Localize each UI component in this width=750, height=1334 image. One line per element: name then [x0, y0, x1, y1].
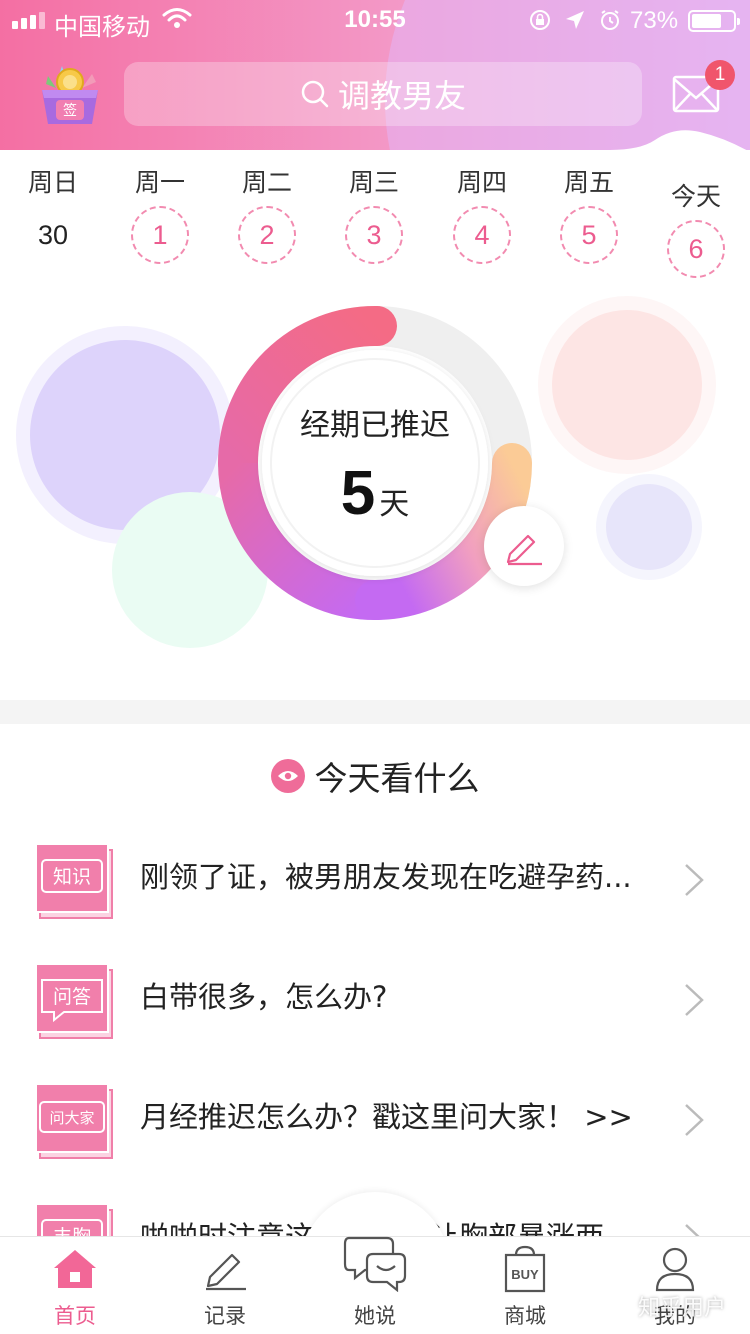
sign-in-basket-icon[interactable]: 签 — [38, 62, 102, 126]
day-number: 4 — [474, 219, 490, 250]
search-icon — [301, 80, 329, 108]
tab-label: 商城 — [504, 1304, 546, 1328]
tab-record[interactable]: 记录 — [150, 1246, 300, 1330]
day-sunday[interactable]: 周日 30 — [13, 166, 93, 264]
day-tuesday[interactable]: 周二 2 — [227, 166, 307, 264]
tab-label: 她说 — [354, 1304, 396, 1328]
item-title: 白带很多，怎么办? — [140, 980, 388, 1014]
week-strip: 周日 30 周一 1 周二 2 周三 3 周四 4 周五 5 今天 6 — [0, 166, 750, 278]
buy-label: BUY — [511, 1267, 539, 1282]
cycle-status: 经期已推迟 5 天 — [260, 400, 490, 529]
tab-shop[interactable]: BUY 商城 — [450, 1245, 600, 1330]
icon-label: 问答 — [53, 986, 91, 1008]
day-today[interactable]: 今天 6 — [656, 180, 736, 278]
qa-icon: 问答 — [35, 963, 113, 1039]
section-header: 今天看什么 — [0, 752, 750, 800]
icon-label: 知识 — [53, 866, 91, 888]
day-name: 周一 — [134, 168, 185, 197]
ask-everyone-icon: 问大家 — [35, 1083, 113, 1159]
chevron-right-icon — [685, 984, 704, 1016]
app-header: 中国移动 10:55 73% 签 调教男友 1 — [0, 0, 750, 150]
home-icon — [54, 1250, 96, 1288]
section-divider — [0, 700, 750, 724]
day-number: 2 — [259, 219, 275, 250]
day-number: 5 — [581, 219, 597, 250]
chevron-right-icon — [685, 864, 704, 896]
list-item[interactable]: 问大家 月经推迟怎么办？戳这里问大家！ >> — [0, 1080, 750, 1200]
status-icons — [528, 8, 622, 32]
tab-label: 记录 — [204, 1304, 246, 1328]
section-title: 今天看什么 — [314, 759, 480, 798]
item-title: 刚领了证，被男朋友发现在吃避孕药... — [140, 860, 632, 894]
search-placeholder: 调教男友 — [337, 77, 466, 115]
knowledge-icon: 知识 — [35, 843, 113, 919]
bubble-decoration — [606, 484, 692, 570]
battery-percent: 73% — [630, 7, 679, 34]
watermark: 知乎用户 — [638, 1296, 727, 1321]
icon-label: 问大家 — [49, 1109, 94, 1127]
day-number: 3 — [366, 219, 382, 250]
edit-cycle-button[interactable] — [484, 506, 564, 586]
list-item[interactable]: 问答 白带很多，怎么办? — [0, 960, 750, 1080]
day-number: 30 — [37, 219, 69, 250]
chevron-right-icon — [685, 1104, 704, 1136]
day-name: 周三 — [348, 168, 399, 197]
tab-label: 首页 — [54, 1304, 96, 1328]
day-name: 周五 — [563, 168, 614, 197]
shopping-bag-icon: BUY — [504, 1245, 546, 1293]
day-monday[interactable]: 周一 1 — [120, 166, 200, 264]
cycle-value: 5 — [340, 459, 376, 528]
sign-label: 签 — [63, 102, 77, 119]
day-name: 今天 — [670, 182, 721, 211]
day-friday[interactable]: 周五 5 — [549, 166, 629, 264]
alarm-icon — [601, 10, 619, 30]
mail-badge: 1 — [705, 60, 735, 90]
battery-fill — [692, 14, 721, 28]
cycle-panel: 经期已推迟 5 天 — [0, 290, 750, 690]
header-wave — [0, 130, 747, 150]
pencil-icon — [506, 534, 542, 566]
eye-icon — [270, 759, 305, 793]
person-icon — [655, 1247, 695, 1292]
day-wednesday[interactable]: 周三 3 — [334, 166, 414, 264]
day-number: 6 — [688, 233, 704, 264]
item-title: 月经推迟怎么办？戳这里问大家！ >> — [140, 1100, 633, 1134]
rotation-lock-icon — [530, 10, 550, 30]
tab-home[interactable]: 首页 — [0, 1246, 150, 1330]
bubble-decoration — [552, 310, 702, 460]
cycle-unit: 天 — [379, 487, 410, 522]
tab-she-says[interactable]: 她说 — [300, 1232, 450, 1330]
battery-icon — [688, 10, 740, 32]
cycle-label: 经期已推迟 — [300, 408, 450, 443]
list-item[interactable]: 知识 刚领了证，被男朋友发现在吃避孕药... — [0, 840, 750, 960]
day-thursday[interactable]: 周四 4 — [442, 166, 522, 264]
status-bar: 中国移动 10:55 73% — [0, 0, 750, 41]
day-name: 周日 — [27, 168, 78, 197]
pencil-icon — [206, 1253, 246, 1291]
chat-bubbles-icon — [343, 1236, 407, 1292]
day-name: 周二 — [241, 168, 292, 197]
location-icon — [566, 11, 584, 29]
search-input[interactable]: 调教男友 — [124, 62, 642, 126]
day-name: 周四 — [456, 168, 507, 197]
day-number: 1 — [152, 219, 168, 250]
